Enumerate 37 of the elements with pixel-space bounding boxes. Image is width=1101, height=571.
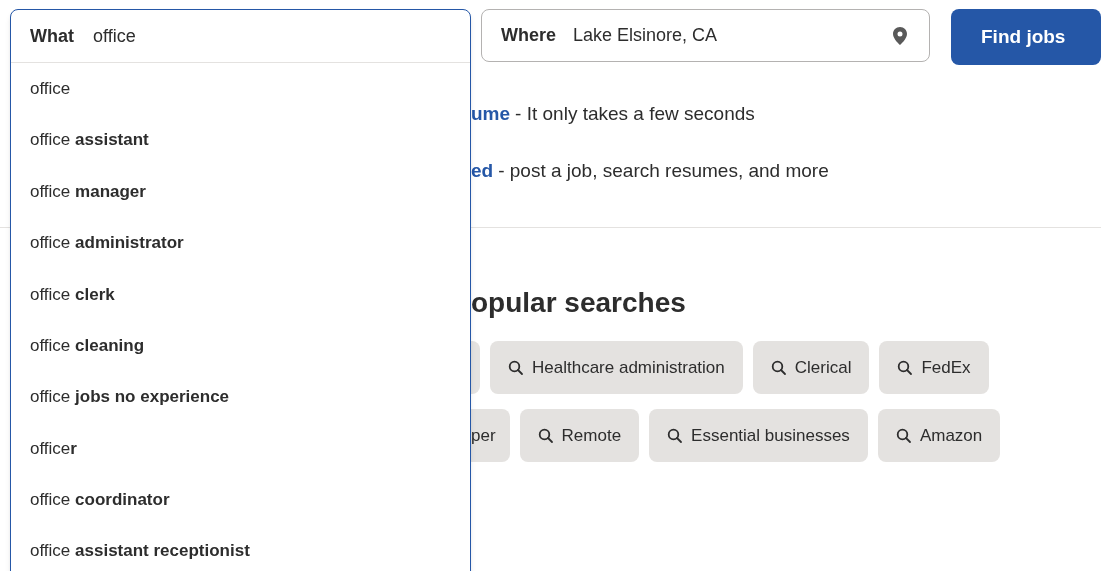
promo-text: - post a job, search resumes, and more	[498, 158, 829, 183]
find-jobs-button[interactable]: Find jobs	[951, 9, 1101, 65]
search-icon	[897, 359, 914, 376]
promo-link[interactable]: ed	[471, 156, 494, 185]
suggestion-item[interactable]: office clerk	[11, 268, 470, 320]
search-chip[interactable]: Remote	[519, 409, 640, 462]
where-field[interactable]: Where Lake Elsinore, CA	[481, 9, 930, 62]
search-chip[interactable]: Healthcare administration	[490, 341, 743, 394]
search-chip[interactable]: Clerical	[752, 341, 870, 394]
section-heading: opular searches	[471, 286, 687, 320]
search-chip[interactable]: FedEx	[879, 341, 989, 394]
search-chip[interactable]: per	[471, 409, 510, 462]
search-chip[interactable]	[471, 341, 480, 394]
what-label: What	[30, 24, 74, 48]
suggestion-item[interactable]: office assistant receptionist	[11, 525, 470, 571]
search-chip[interactable]: Amazon	[877, 409, 1001, 462]
search-chip[interactable]: Essential businesses	[649, 409, 868, 462]
suggestion-item[interactable]: office administrator	[11, 217, 470, 269]
what-value: office	[93, 24, 136, 48]
search-icon	[770, 359, 787, 376]
suggestion-item[interactable]: office jobs no experience	[11, 371, 470, 423]
suggestion-item[interactable]: office	[11, 63, 470, 115]
suggestion-item[interactable]: office cleaning	[11, 319, 470, 372]
search-icon	[667, 427, 684, 444]
suggestion-item[interactable]: office coordinator	[11, 474, 470, 526]
where-label: Where	[501, 24, 556, 47]
search-icon	[508, 359, 524, 376]
what-field[interactable]: What office	[11, 10, 470, 63]
where-value: Lake Elsinore, CA	[573, 24, 719, 47]
search-icon	[895, 427, 912, 444]
suggestion-item[interactable]: office assistant	[11, 114, 470, 166]
search-icon	[537, 427, 554, 444]
suggestion-item[interactable]: officer	[11, 422, 470, 475]
promo-text: - It only takes a few seconds	[515, 102, 755, 126]
suggestion-item[interactable]: office manager	[11, 165, 470, 218]
promo-link[interactable]: ume	[471, 100, 511, 129]
location-pin-icon	[893, 26, 907, 45]
